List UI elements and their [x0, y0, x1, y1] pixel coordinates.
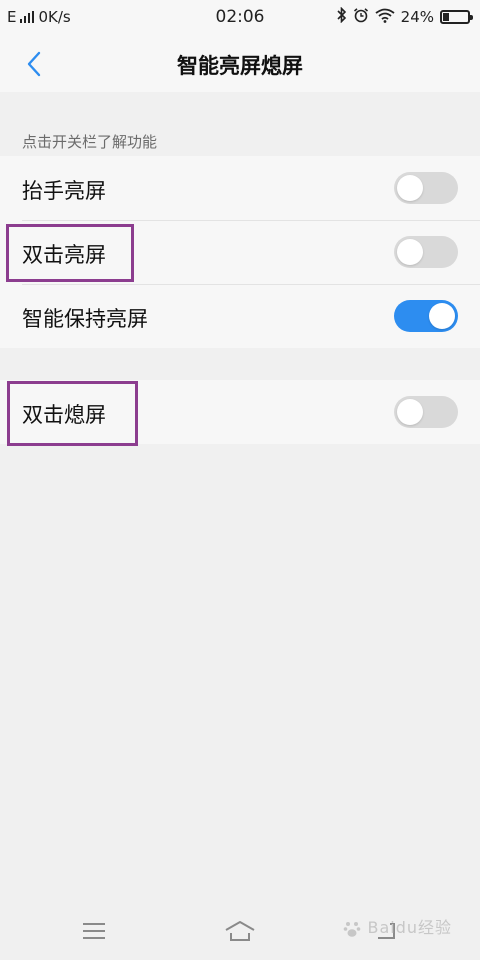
home-button[interactable] [220, 914, 260, 948]
setting-label: 双击熄屏 [22, 403, 106, 427]
setting-label: 双击亮屏 [22, 243, 106, 267]
settings-card-extra: 双击熄屏 [0, 380, 480, 444]
toggle-knob [397, 239, 423, 265]
status-right: 24% [337, 6, 473, 27]
bluetooth-icon [337, 6, 347, 27]
alarm-icon [353, 7, 369, 27]
toggle-knob [397, 175, 423, 201]
setting-row-double-tap-wake[interactable]: 双击亮屏 [0, 220, 480, 284]
toggle-knob [429, 303, 455, 329]
watermark: Baidu经验 [343, 914, 452, 938]
battery-percent: 24% [400, 8, 434, 26]
status-bar: E 0K/s 02:06 24% [0, 0, 480, 34]
toggle-switch[interactable] [394, 172, 458, 204]
menu-button[interactable] [74, 914, 114, 948]
setting-row-double-tap-sleep[interactable]: 双击熄屏 [0, 380, 480, 444]
navigation-bar: Baidu经验 [0, 900, 480, 960]
header: 智能亮屏熄屏 [0, 34, 480, 92]
setting-label: 抬手亮屏 [22, 179, 106, 203]
home-icon [225, 921, 255, 941]
toggle-switch[interactable] [394, 236, 458, 268]
battery-icon [440, 10, 473, 24]
menu-icon [83, 923, 105, 939]
setting-row-raise-to-wake[interactable]: 抬手亮屏 [0, 156, 480, 220]
page-title: 智能亮屏熄屏 [177, 54, 303, 78]
setting-label: 智能保持亮屏 [22, 307, 148, 331]
paw-logo [344, 921, 361, 937]
toggle-knob [397, 399, 423, 425]
watermark-text: Baidu经验 [367, 918, 452, 937]
toggle-switch[interactable] [394, 396, 458, 428]
setting-row-smart-stay-awake[interactable]: 智能保持亮屏 [0, 284, 480, 348]
settings-card: 抬手亮屏 双击亮屏 智能保持亮屏 [0, 156, 480, 348]
section-caption: 点击开关栏了解功能 [22, 133, 158, 151]
wifi-icon [375, 8, 395, 27]
toggle-switch[interactable] [394, 300, 458, 332]
